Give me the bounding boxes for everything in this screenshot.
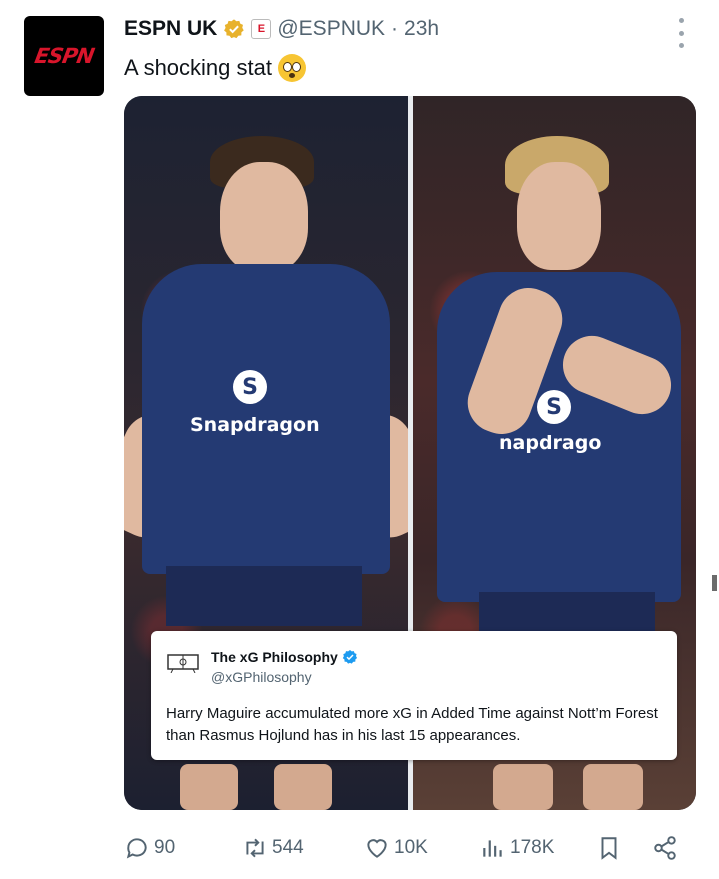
- tweet-timestamp[interactable]: 23h: [404, 17, 439, 41]
- quoted-author-handle: @xGPhilosophy: [211, 669, 312, 685]
- quoted-verified-badge-icon: [342, 650, 357, 664]
- retweet-count: 544: [272, 837, 304, 858]
- author-avatar[interactable]: ESPN: [24, 16, 104, 96]
- quoted-author-name-text: The xG Philosophy: [211, 649, 338, 665]
- verified-badge-icon: [224, 19, 245, 39]
- bookmark-icon: [601, 837, 617, 860]
- tweet-header: ESPN UK E @ESPNUK · 23h: [124, 14, 439, 44]
- sponsor-logo-icon: S: [233, 370, 267, 404]
- more-options-icon[interactable]: [677, 18, 685, 48]
- author-name[interactable]: ESPN UK: [124, 17, 217, 41]
- views-count: 178K: [510, 837, 555, 858]
- views-button[interactable]: 178K: [480, 830, 554, 866]
- tweet-actions-bar: 90 544 10K 178K: [124, 830, 684, 866]
- author-handle[interactable]: @ESPNUK: [277, 17, 385, 41]
- tweet-text: A shocking stat: [124, 54, 306, 82]
- sponsor-logo-icon: S: [537, 390, 571, 424]
- quoted-stat-card: The xG Philosophy @xGPhilosophy Harry Ma…: [151, 631, 677, 760]
- flushed-face-emoji: [277, 54, 306, 82]
- like-count: 10K: [394, 837, 428, 858]
- scrollbar-thumb[interactable]: [712, 575, 717, 591]
- reply-icon: [126, 838, 147, 859]
- share-icon: [654, 836, 676, 860]
- tweet-media-image[interactable]: S Snapdragon S napdrago The xG Philosoph…: [124, 96, 696, 810]
- bookmark-button[interactable]: [596, 830, 622, 866]
- espn-logo: ESPN: [32, 44, 96, 68]
- right-sponsor-text: napdrago: [499, 432, 602, 454]
- quoted-author-name: The xG Philosophy: [211, 649, 358, 665]
- views-icon: [483, 840, 502, 857]
- xg-philosophy-logo-icon: [167, 654, 199, 673]
- tweet-text-content: A shocking stat: [124, 55, 272, 80]
- reply-button[interactable]: 90: [124, 830, 175, 866]
- retweet-button[interactable]: 544: [242, 830, 304, 866]
- separator-dot: ·: [391, 17, 399, 40]
- like-icon: [367, 839, 387, 858]
- like-button[interactable]: 10K: [364, 830, 428, 866]
- quoted-stat-text: Harry Maguire accumulated more xG in Add…: [166, 705, 658, 744]
- left-sponsor-text: Snapdragon: [190, 414, 320, 436]
- retweet-icon: [246, 838, 264, 858]
- share-button[interactable]: [652, 830, 678, 866]
- reply-count: 90: [154, 837, 176, 858]
- affiliate-badge-icon: E: [251, 19, 272, 39]
